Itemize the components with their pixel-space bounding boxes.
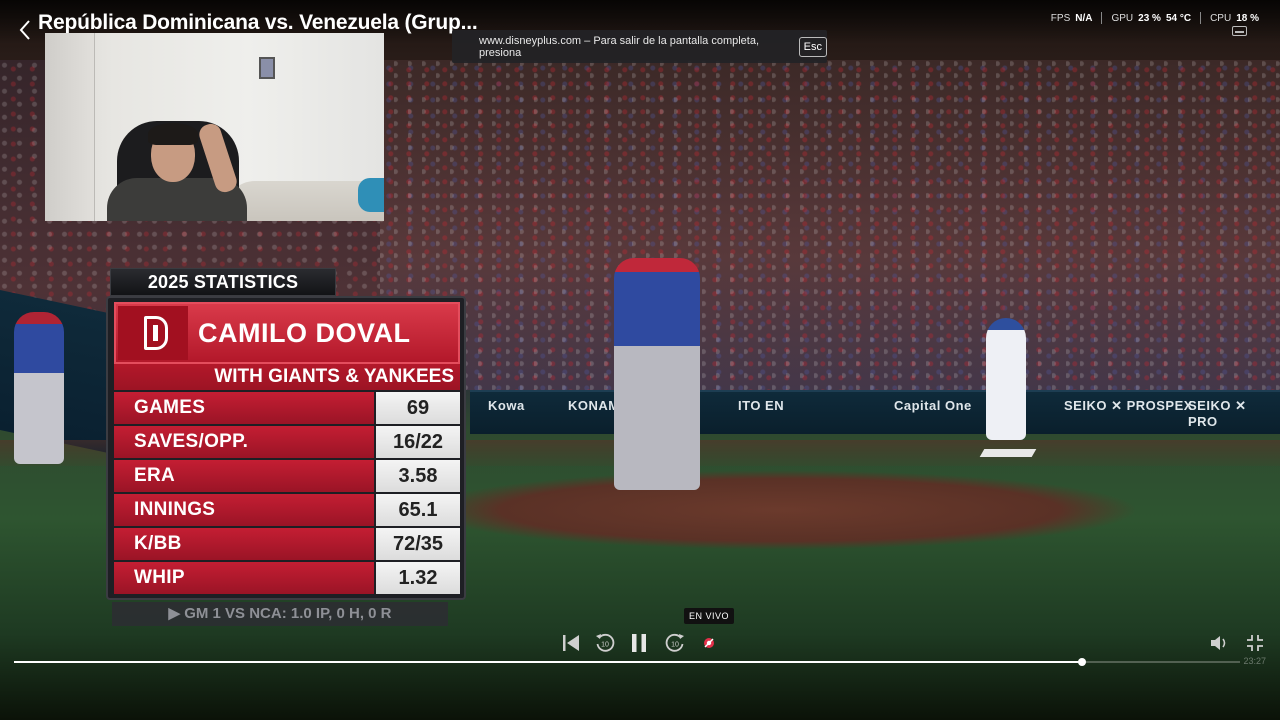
gpu-label: GPU	[1111, 12, 1134, 24]
fps-label: FPS	[1050, 12, 1071, 24]
dominican-logo-icon	[144, 316, 168, 350]
first-base	[979, 449, 1037, 457]
stat-value: 16/22	[376, 426, 460, 458]
svg-text:10: 10	[671, 642, 679, 649]
svg-text:10: 10	[601, 642, 609, 649]
exit-fullscreen-button[interactable]	[1244, 632, 1266, 654]
webcam-blue-object	[358, 178, 384, 212]
monitor-icon	[1232, 26, 1247, 36]
stat-value: 69	[376, 392, 460, 424]
video-title: República Dominicana vs. Venezuela (Grup…	[38, 11, 478, 34]
chevron-left-icon	[19, 20, 30, 40]
back-button[interactable]	[14, 16, 36, 44]
player-name-band: CAMILO DOVAL	[114, 302, 460, 364]
esc-key: Esc	[798, 36, 827, 57]
ad-seiko-pro: SEIKO ✕ PRO	[1188, 398, 1247, 429]
skip-to-start-button[interactable]	[560, 632, 582, 654]
stat-row: INNINGS 65.1	[114, 494, 460, 526]
live-tooltip: EN VIVO	[684, 608, 734, 624]
crowd	[380, 60, 1280, 390]
exit-fullscreen-icon	[1247, 635, 1263, 651]
volume-button[interactable]	[1208, 632, 1230, 654]
cpu-label: CPU	[1210, 12, 1232, 24]
forward-10-icon: 10	[665, 633, 684, 652]
stat-row: SAVES/OPP. 16/22	[114, 426, 460, 458]
stat-label: INNINGS	[114, 494, 374, 526]
player-name: CAMILO DOVAL	[198, 318, 411, 348]
webcam-person-hair	[148, 123, 198, 145]
webcam-overlay	[45, 33, 384, 221]
stat-row: GAMES 69	[114, 392, 460, 424]
live-indicator-icon	[704, 638, 714, 648]
stat-label: GAMES	[114, 392, 374, 424]
performance-overlay: FPS N/A GPU 23 % 54 °C CPU 18 %	[1042, 12, 1268, 24]
webcam-picture-frame	[259, 57, 275, 79]
stats-box: CAMILO DOVAL WITH GIANTS & YANKEES GAMES…	[106, 296, 466, 600]
time-remaining: 23:27	[1243, 656, 1266, 666]
infielder	[14, 312, 64, 464]
stat-value: 72/35	[376, 528, 460, 560]
webcam-door	[45, 33, 95, 221]
stat-value: 1.32	[376, 562, 460, 594]
team-logo	[118, 306, 188, 360]
ad-itoen: ITO EN	[738, 398, 785, 413]
last-game-line: ▶ GM 1 VS NCA: 1.0 IP, 0 H, 0 R	[112, 602, 448, 626]
stat-label: SAVES/OPP.	[114, 426, 374, 458]
stat-value: 65.1	[376, 494, 460, 526]
stat-row: K/BB 72/35	[114, 528, 460, 560]
pitcher	[614, 258, 700, 490]
stat-row: ERA 3.58	[114, 460, 460, 492]
fps-value: N/A	[1075, 12, 1093, 24]
stat-label: WHIP	[114, 562, 374, 594]
rewind-10-icon: 10	[596, 633, 615, 652]
forward-10-button[interactable]: 10	[664, 632, 686, 654]
pause-button[interactable]	[628, 632, 650, 654]
gpu-temp: 54 °C	[1165, 12, 1192, 24]
stat-value: 3.58	[376, 460, 460, 492]
progress-bar[interactable]	[14, 658, 1240, 666]
rewind-10-button[interactable]: 10	[594, 632, 616, 654]
pause-icon	[632, 634, 646, 652]
ad-capital-one: Capital One	[894, 398, 972, 413]
ad-seiko-prospex: SEIKO ✕ PROSPEX	[1064, 398, 1193, 413]
ad-kowa: Kowa	[488, 398, 525, 413]
skip-to-start-icon	[563, 635, 579, 651]
stat-label: ERA	[114, 460, 374, 492]
fullscreen-toast: www.disneyplus.com – Para salir de la pa…	[452, 30, 827, 63]
first-baseman	[986, 318, 1026, 440]
cpu-usage: 18 %	[1236, 12, 1259, 24]
stat-row: WHIP 1.32	[114, 562, 460, 594]
fullscreen-toast-message: www.disneyplus.com – Para salir de la pa…	[479, 34, 760, 59]
progress-handle[interactable]	[1077, 658, 1086, 666]
progress-fill	[14, 661, 1082, 663]
gpu-usage: 23 %	[1138, 12, 1161, 24]
go-live-button[interactable]	[698, 632, 720, 654]
pitchers-mound	[420, 470, 1140, 550]
player-subtitle: WITH GIANTS & YANKEES	[114, 364, 460, 390]
stat-label: K/BB	[114, 528, 374, 560]
stats-header: 2025 STATISTICS	[110, 268, 336, 296]
volume-icon	[1211, 636, 1226, 650]
